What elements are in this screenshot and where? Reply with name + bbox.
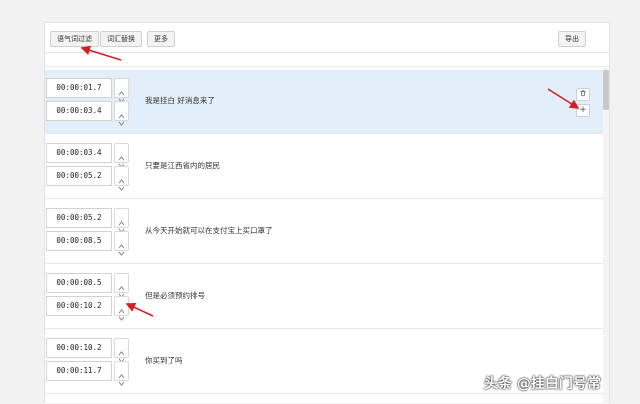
time-stepper[interactable] xyxy=(114,101,129,126)
start-time-input[interactable]: 00:00:05.2 xyxy=(46,208,112,228)
start-time-input[interactable]: 00:00:01.7 xyxy=(46,78,112,98)
chevron-up-icon[interactable] xyxy=(118,276,125,291)
chevron-up-icon[interactable] xyxy=(118,146,125,161)
time-stepper[interactable] xyxy=(114,361,129,386)
chevron-up-icon[interactable] xyxy=(118,81,125,96)
end-time-input[interactable]: 00:00:10.2 xyxy=(46,296,112,316)
chevron-up-icon[interactable] xyxy=(118,341,125,356)
chevron-down-icon[interactable] xyxy=(118,371,125,386)
header-strip xyxy=(45,54,609,67)
subtitle-row[interactable]: 00:00:05.2 00:00:08.5 从今天开始就可以在支付宝上买口罩了 xyxy=(45,200,603,264)
chevron-down-icon[interactable] xyxy=(118,111,125,126)
filter-particles-button[interactable]: 语气词过滤 xyxy=(50,31,99,47)
chevron-down-icon[interactable] xyxy=(118,153,125,168)
chevron-down-icon[interactable] xyxy=(118,306,125,321)
subtitle-editor: 语气词过滤 词汇替换 更多 导出 00:00:01.7 00:00:03.4 我是挂… xyxy=(44,22,610,404)
chevron-up-icon[interactable] xyxy=(118,364,125,379)
toolbar: 语气词过滤 词汇替换 更多 导出 xyxy=(45,23,609,53)
end-time-input[interactable]: 00:00:11.7 xyxy=(46,361,112,381)
plus-icon[interactable]: + xyxy=(576,104,590,117)
subtitle-text[interactable]: 从今天开始就可以在支付宝上买口罩了 xyxy=(145,225,273,236)
subtitle-text[interactable]: 你买到了吗 xyxy=(145,355,183,366)
export-button[interactable]: 导出 xyxy=(558,31,586,47)
replace-words-button[interactable]: 词汇替换 xyxy=(100,31,142,47)
time-stepper[interactable] xyxy=(114,208,129,233)
subtitle-row[interactable]: 00:00:08.5 00:00:10.2 但是必须预约排号 xyxy=(45,265,603,329)
end-time-input[interactable]: 00:00:05.2 xyxy=(46,166,112,186)
chevron-up-icon[interactable] xyxy=(118,169,125,184)
time-stepper[interactable] xyxy=(114,273,129,298)
subtitle-row[interactable]: 00:00:01.7 00:00:03.4 我是挂白 好消息来了 + xyxy=(45,70,603,134)
watermark: 头条 @挂白门号常 xyxy=(484,376,601,392)
time-stepper[interactable] xyxy=(114,231,129,256)
chevron-up-icon[interactable] xyxy=(118,104,125,119)
subtitle-text[interactable]: 但是必须预约排号 xyxy=(145,290,205,301)
more-button[interactable]: 更多 xyxy=(147,31,175,47)
scrollbar-thumb[interactable] xyxy=(603,70,609,110)
end-time-input[interactable]: 00:00:03.4 xyxy=(46,101,112,121)
time-stepper[interactable] xyxy=(114,166,129,191)
time-stepper[interactable] xyxy=(114,78,129,103)
chevron-down-icon[interactable] xyxy=(118,283,125,298)
chevron-down-icon[interactable] xyxy=(118,348,125,363)
end-time-input[interactable]: 00:00:08.5 xyxy=(46,231,112,251)
chevron-down-icon[interactable] xyxy=(118,218,125,233)
scrollbar-track[interactable] xyxy=(603,68,609,404)
chevron-down-icon[interactable] xyxy=(118,88,125,103)
time-stepper[interactable] xyxy=(114,296,129,321)
start-time-input[interactable]: 00:00:08.5 xyxy=(46,273,112,293)
chevron-up-icon[interactable] xyxy=(118,211,125,226)
time-stepper[interactable] xyxy=(114,338,129,363)
subtitle-text[interactable]: 我是挂白 好消息来了 xyxy=(145,95,215,106)
start-time-input[interactable]: 00:00:03.4 xyxy=(46,143,112,163)
start-time-input[interactable]: 00:00:10.2 xyxy=(46,338,112,358)
chevron-down-icon[interactable] xyxy=(118,176,125,191)
chevron-down-icon[interactable] xyxy=(118,241,125,256)
time-stepper[interactable] xyxy=(114,143,129,168)
subtitle-row[interactable]: 00:00:03.4 00:00:05.2 只要是江西省内的居民 xyxy=(45,135,603,199)
subtitle-text[interactable]: 只要是江西省内的居民 xyxy=(145,160,220,171)
chevron-up-icon[interactable] xyxy=(118,299,125,314)
chevron-up-icon[interactable] xyxy=(118,234,125,249)
trash-icon[interactable] xyxy=(576,88,590,101)
